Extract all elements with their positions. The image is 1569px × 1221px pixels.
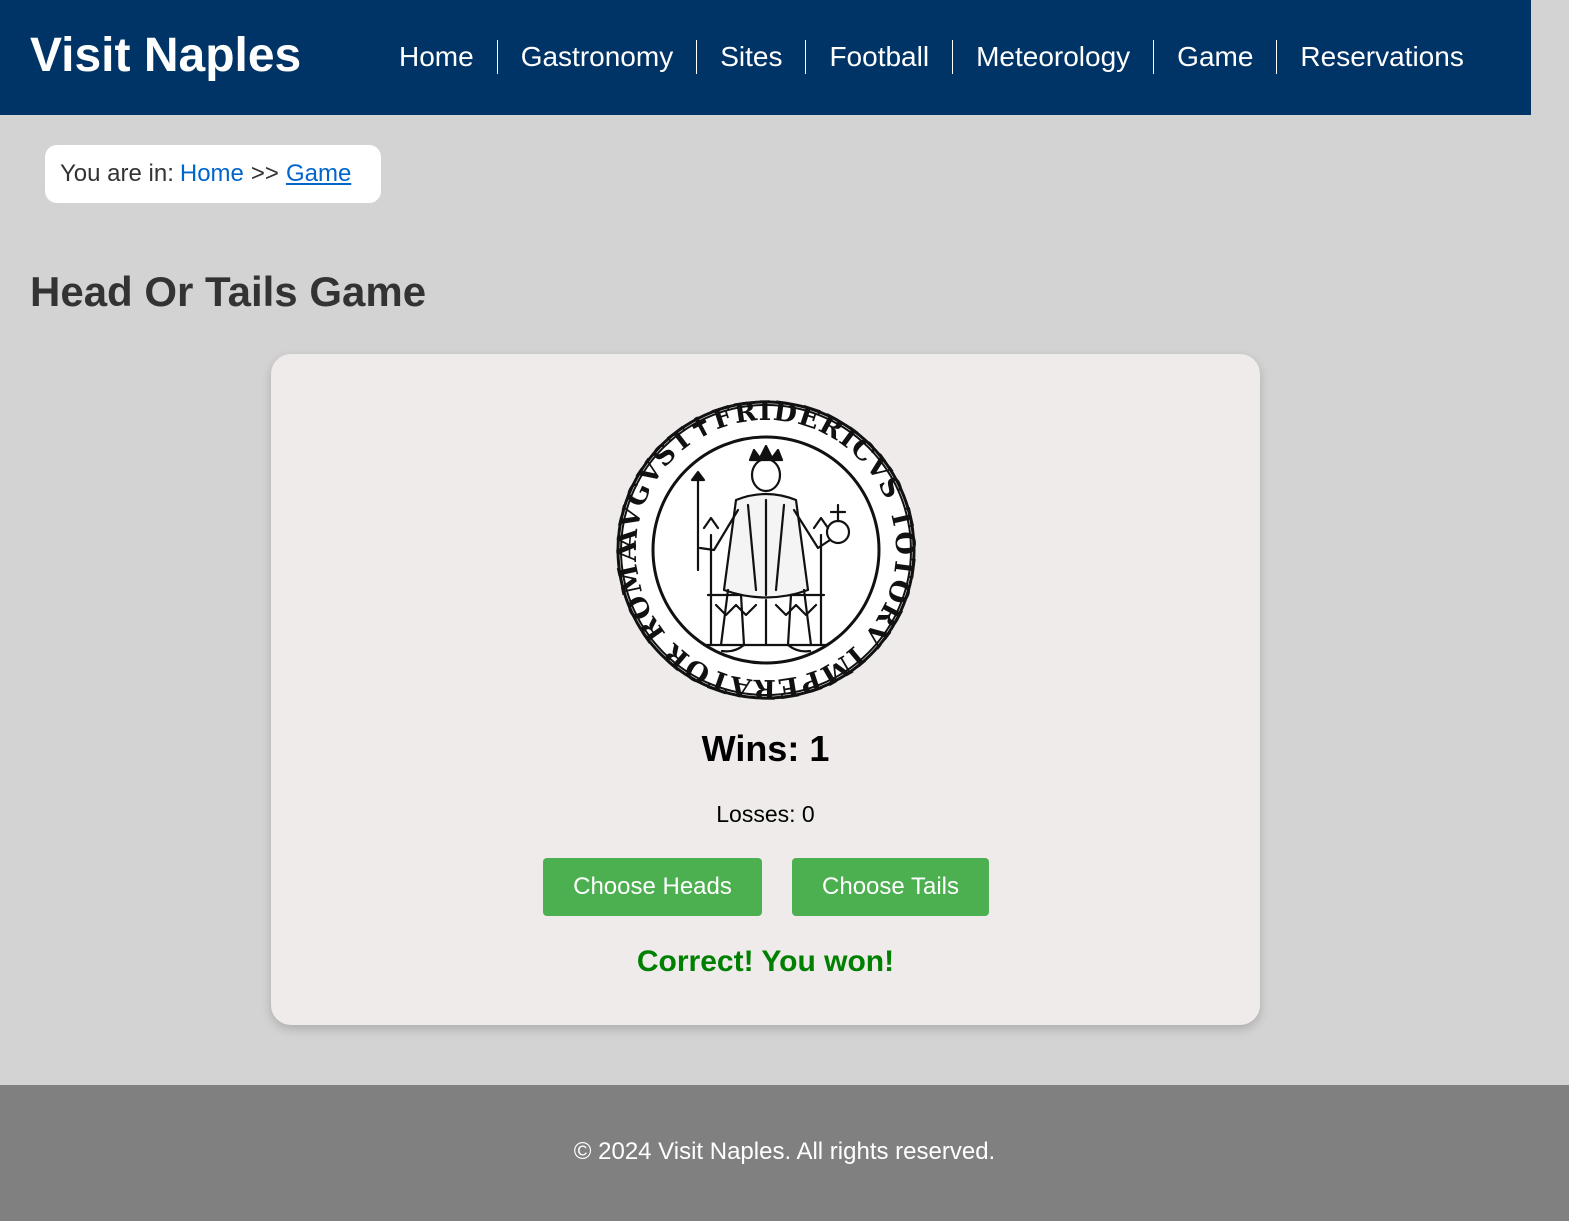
footer-copyright: © 2024 Visit Naples. All rights reserved…	[573, 1138, 996, 1165]
nav-item-home[interactable]: Home	[376, 40, 497, 74]
breadcrumb: You are in: Home >> Game	[45, 145, 381, 203]
seal-of-frederick-ii-icon[interactable]: AVGVST✝FRIDERICVS TOTORV IMPERATOR ROMAN…	[616, 400, 916, 700]
nav-item-gastronomy[interactable]: Gastronomy	[498, 40, 697, 74]
nav-item-football[interactable]: Football	[806, 40, 952, 74]
nav-item-reservations[interactable]: Reservations	[1277, 40, 1486, 74]
site-brand[interactable]: Visit Naples	[30, 28, 301, 84]
breadcrumb-separator: >>	[250, 160, 279, 187]
breadcrumb-game-link[interactable]: Game	[286, 160, 351, 188]
breadcrumb-prefix: You are in:	[60, 160, 174, 187]
site-header: Visit Naples Home Gastronomy Sites Footb…	[0, 0, 1531, 115]
choose-heads-button[interactable]: Choose Heads	[543, 858, 762, 916]
breadcrumb-home-link[interactable]: Home	[180, 160, 244, 188]
site-footer: © 2024 Visit Naples. All rights reserved…	[0, 1085, 1569, 1221]
nav-item-meteorology[interactable]: Meteorology	[953, 40, 1153, 74]
nav-item-sites[interactable]: Sites	[697, 40, 805, 74]
main-nav: Home Gastronomy Sites Football Meteorolo…	[376, 40, 1487, 74]
losses-counter: Losses: 0	[716, 801, 815, 827]
nav-item-game[interactable]: Game	[1154, 40, 1276, 74]
wins-counter: Wins: 1	[701, 728, 830, 769]
page-title: Head Or Tails Game	[30, 268, 427, 315]
game-card: AVGVST✝FRIDERICVS TOTORV IMPERATOR ROMAN…	[271, 354, 1260, 1025]
choose-tails-button[interactable]: Choose Tails	[792, 858, 989, 916]
result-message: Correct! You won!	[636, 945, 895, 978]
